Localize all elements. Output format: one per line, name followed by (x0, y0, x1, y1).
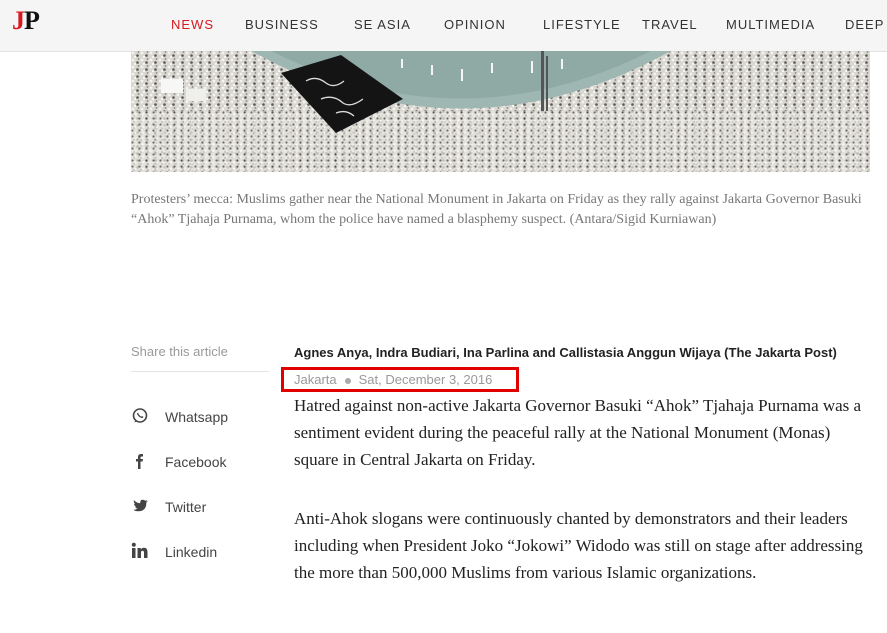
crowd-photo-illustration (131, 51, 870, 172)
dateline-highlight-box (281, 367, 519, 392)
nav-item-news[interactable]: NEWS (171, 17, 214, 32)
twitter-icon (131, 497, 149, 515)
linkedin-icon (131, 542, 149, 560)
nav-item-business[interactable]: BUSINESS (245, 17, 319, 32)
nav-item-multimedia[interactable]: MULTIMEDIA (726, 17, 815, 32)
nav-item-se-asia[interactable]: SE ASIA (354, 17, 411, 32)
jakarta-post-logo[interactable]: J P (12, 6, 52, 38)
share-title: Share this article (131, 344, 228, 359)
hero-photo (131, 51, 870, 172)
share-twitter-label: Twitter (165, 499, 207, 515)
share-whatsapp-button[interactable]: Whatsapp (131, 407, 281, 429)
share-twitter-button[interactable]: Twitter (131, 497, 281, 519)
nav-item-deep-look[interactable]: DEEP L (845, 17, 887, 32)
whatsapp-icon (131, 407, 149, 425)
share-linkedin-label: Linkedin (165, 544, 218, 560)
article-paragraph-2: Anti-Ahok slogans were continuously chan… (294, 509, 863, 582)
article-byline[interactable]: Agnes Anya, Indra Budiari, Ina Parlina a… (294, 345, 837, 360)
nav-item-travel[interactable]: TRAVEL (642, 17, 698, 32)
nav-item-opinion[interactable]: OPINION (444, 17, 506, 32)
nav-item-lifestyle[interactable]: LIFESTYLE (543, 17, 621, 32)
share-divider (131, 371, 269, 372)
facebook-icon (131, 452, 149, 470)
share-facebook-button[interactable]: Facebook (131, 452, 281, 474)
share-whatsapp-label: Whatsapp (165, 409, 229, 425)
share-facebook-label: Facebook (165, 454, 227, 470)
share-linkedin-button[interactable]: Linkedin (131, 542, 281, 564)
article-paragraph-1: Hatred against non-active Jakarta Govern… (294, 396, 862, 469)
photo-caption: Protesters’ mecca: Muslims gather near t… (131, 192, 862, 227)
top-navigation: J P NEWS BUSINESS SE ASIA OPINION LIFEST… (0, 0, 887, 52)
